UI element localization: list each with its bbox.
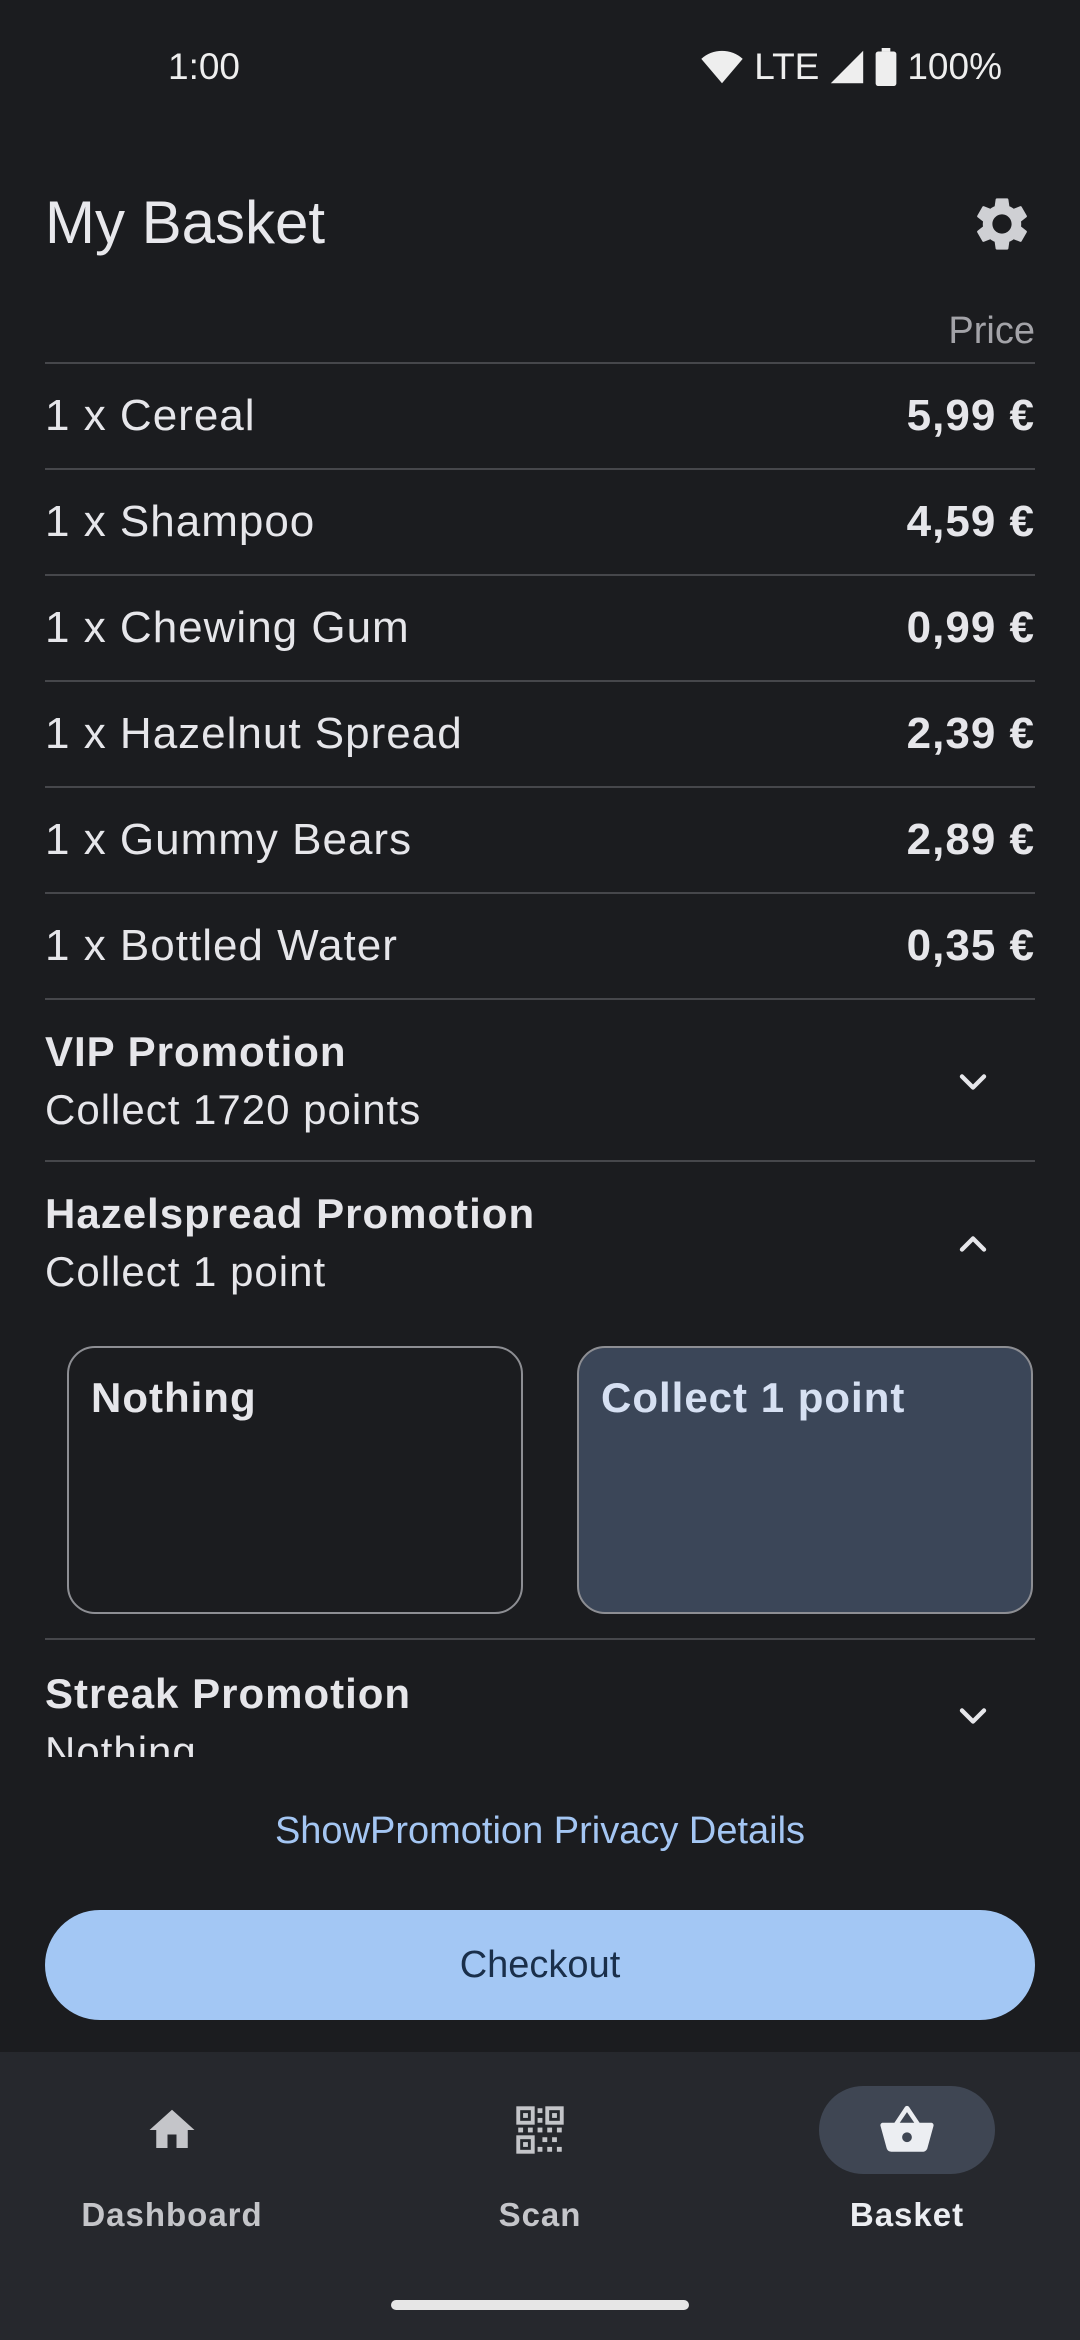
gear-icon (977, 198, 1027, 250)
chevron-down-icon[interactable] (951, 1060, 995, 1104)
nav-label: Scan (498, 2196, 582, 2233)
item-label: 1 x Chewing Gum (45, 603, 410, 652)
promotion-streak[interactable]: Streak Promotion Nothing (45, 1640, 1035, 1757)
item-price: 0,99 € (906, 603, 1035, 652)
chevron-up-icon[interactable] (951, 1222, 995, 1266)
item-price: 5,99 € (906, 391, 1035, 440)
nav-dashboard[interactable]: Dashboard (22, 2086, 322, 2234)
promotion-subtitle: Nothing (45, 1728, 197, 1757)
basket-item[interactable]: 1 x Cereal 5,99 € (45, 364, 1035, 470)
bottom-navigation: Dashboard Scan Basket (0, 2052, 1080, 2340)
status-icons: LTE 100% (700, 46, 1002, 88)
nav-icon-container (452, 2086, 628, 2174)
promotion-vip[interactable]: VIP Promotion Collect 1720 points (45, 1000, 1035, 1162)
basket-item[interactable]: 1 x Chewing Gum 0,99 € (45, 576, 1035, 682)
nav-scan[interactable]: Scan (390, 2086, 690, 2234)
status-time: 1:00 (168, 46, 241, 87)
item-label: 1 x Gummy Bears (45, 815, 413, 864)
privacy-details-link[interactable]: ShowPromotion Privacy Details (0, 1810, 1080, 1853)
item-label: 1 x Shampoo (45, 497, 316, 546)
promotion-title: Hazelspread Promotion (45, 1190, 536, 1237)
checkout-button[interactable]: Checkout (45, 1910, 1035, 2020)
chevron-down-icon[interactable] (951, 1694, 995, 1738)
option-nothing[interactable]: Nothing (67, 1346, 523, 1614)
promotion-options: Nothing Collect 1 point (45, 1296, 1035, 1638)
nav-label: Dashboard (81, 2196, 263, 2233)
nav-icon-container (84, 2086, 260, 2174)
item-label: 1 x Cereal (45, 391, 256, 440)
home-icon (149, 2109, 195, 2148)
item-price: 2,89 € (906, 815, 1035, 864)
promotion-title: VIP Promotion (45, 1028, 347, 1075)
nav-icon-container (819, 2086, 995, 2174)
promotion-subtitle: Collect 1 point (45, 1248, 327, 1295)
item-price: 4,59 € (906, 497, 1035, 546)
battery-icon (875, 48, 897, 86)
promotion-subtitle: Collect 1720 points (45, 1086, 422, 1133)
option-collect-point[interactable]: Collect 1 point (577, 1346, 1033, 1614)
item-price: 2,39 € (906, 709, 1035, 758)
signal-icon (831, 50, 864, 84)
nav-label: Basket (849, 2196, 965, 2233)
basket-item[interactable]: 1 x Shampoo 4,59 € (45, 470, 1035, 576)
qr-code-icon (516, 2106, 564, 2154)
battery-level: 100% (907, 46, 1002, 87)
home-indicator[interactable] (391, 2300, 689, 2310)
promotion-hazelspread: Hazelspread Promotion Collect 1 point No… (45, 1162, 1035, 1640)
basket-item[interactable]: 1 x Gummy Bears 2,89 € (45, 788, 1035, 894)
settings-button[interactable] (970, 192, 1034, 256)
basket-item[interactable]: 1 x Hazelnut Spread 2,39 € (45, 682, 1035, 788)
basket-icon (880, 2105, 934, 2152)
network-type: LTE (754, 46, 820, 87)
item-label: 1 x Bottled Water (45, 921, 398, 970)
basket-list: Price 1 x Cereal 5,99 € 1 x Shampoo 4,59… (45, 310, 1035, 1757)
promotion-title: Streak Promotion (45, 1670, 412, 1717)
price-column-header: Price (45, 310, 1035, 364)
wifi-icon (701, 50, 743, 84)
status-bar: 1:00 LTE 100% (0, 0, 1080, 140)
basket-item[interactable]: 1 x Bottled Water 0,35 € (45, 894, 1035, 1000)
page-title: My Basket (45, 189, 326, 256)
item-price: 0,35 € (906, 921, 1035, 970)
item-label: 1 x Hazelnut Spread (45, 709, 463, 758)
nav-basket[interactable]: Basket (757, 2086, 1057, 2234)
